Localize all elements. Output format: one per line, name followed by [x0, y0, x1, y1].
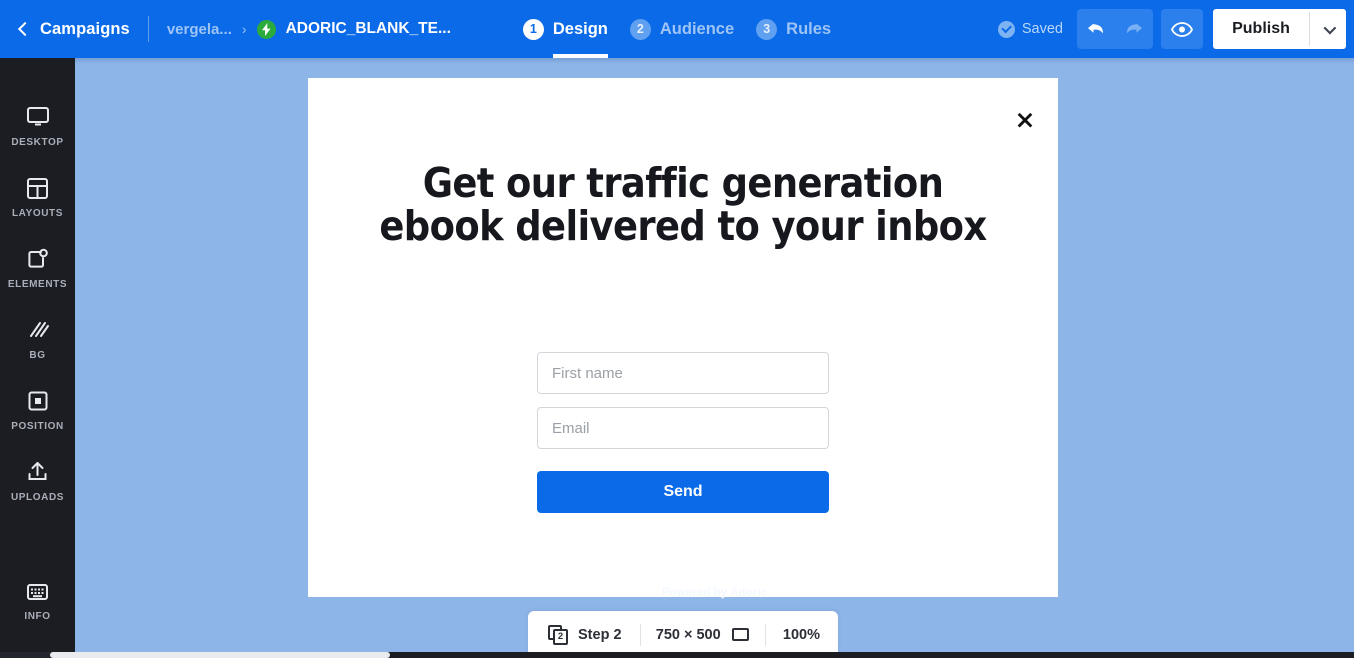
sidebar-item-uploads[interactable]: UPLOADS	[0, 457, 75, 528]
publish-button[interactable]: Publish	[1213, 9, 1309, 49]
undo-button[interactable]	[1077, 9, 1115, 49]
canvas-size-label: 750 × 500	[655, 626, 721, 643]
tab-design-label: Design	[552, 19, 608, 38]
position-square-icon	[26, 386, 50, 416]
saved-label: Saved	[1021, 21, 1063, 37]
monitor-icon	[25, 102, 51, 132]
tab-design[interactable]: 1 Design	[522, 0, 608, 58]
canvas-size-control[interactable]: 750 × 500	[640, 611, 765, 658]
first-name-input[interactable]	[537, 352, 829, 394]
top-header: Campaigns vergela... › ADORIC_BLANK_TE..…	[0, 0, 1354, 58]
redo-arrow-icon	[1127, 23, 1142, 34]
header-actions: Saved Publish	[997, 0, 1354, 58]
horizontal-scrollbar-thumb[interactable]	[50, 652, 390, 658]
zoom-control[interactable]: 100%	[765, 611, 838, 658]
sidebar-item-info[interactable]: INFO	[0, 576, 75, 647]
keyboard-icon	[25, 576, 50, 606]
design-canvas[interactable]: × Get our traffic generation ebook deliv…	[75, 58, 1354, 658]
sidebar-item-layouts[interactable]: LAYOUTS	[0, 173, 75, 244]
sidebar-item-elements[interactable]: ELEMENTS	[0, 244, 75, 315]
popup-heading-line-1: Get our traffic generation	[422, 159, 944, 207]
step-badge-1: 1	[522, 18, 544, 40]
sidebar-item-position[interactable]: POSITION	[0, 386, 75, 457]
email-input[interactable]	[537, 407, 829, 449]
canvas-bottom-bar: 2 Step 2 750 × 500 100%	[528, 611, 838, 658]
tab-audience-label: Audience	[659, 19, 735, 38]
diagonal-stripes-icon	[25, 315, 50, 345]
sidebar-item-bg[interactable]: BG	[0, 315, 75, 386]
send-button[interactable]: Send	[537, 471, 829, 513]
powered-by-label: Powered by Adoric	[661, 587, 768, 599]
undo-redo-group	[1077, 9, 1153, 49]
sidebar-item-layouts-label: LAYOUTS	[11, 208, 64, 219]
sidebar-item-info-label: INFO	[24, 611, 51, 622]
sidebar-item-desktop-label: DESKTOP	[11, 137, 64, 148]
pages-stack-icon: 2	[548, 624, 569, 645]
horizontal-scrollbar-track[interactable]	[390, 652, 1354, 658]
pages-front-sheet: 2	[553, 628, 568, 645]
publish-button-group: Publish	[1213, 9, 1346, 49]
step-badge-3: 3	[756, 18, 778, 40]
zoom-level-label: 100%	[782, 626, 820, 643]
left-sidebar: DESKTOP LAYOUTS ELEMENTS BG POSITION UPL…	[0, 58, 75, 658]
rectangle-icon	[731, 628, 749, 641]
upload-arrow-icon	[25, 457, 50, 487]
redo-button[interactable]	[1115, 9, 1153, 49]
sidebar-item-position-label: POSITION	[11, 421, 64, 432]
sidebar-item-uploads-label: UPLOADS	[10, 492, 65, 503]
tab-audience[interactable]: 2 Audience	[629, 0, 735, 58]
elements-icon	[25, 244, 50, 274]
sidebar-item-bg-label: BG	[29, 350, 46, 361]
eye-icon	[1171, 21, 1193, 37]
step-badge-2: 2	[629, 18, 651, 40]
layout-grid-icon	[25, 173, 50, 203]
close-x-icon[interactable]: ×	[1010, 104, 1040, 134]
horizontal-scrollbar[interactable]	[0, 652, 1354, 658]
undo-arrow-icon	[1088, 23, 1103, 34]
check-circle-icon	[997, 20, 1015, 38]
canvas-top-shadow	[75, 58, 1354, 64]
step-selector-label: Step 2	[578, 626, 622, 643]
tab-rules-label: Rules	[786, 19, 832, 38]
sidebar-item-elements-label: ELEMENTS	[7, 279, 68, 290]
publish-dropdown-button[interactable]	[1310, 9, 1346, 49]
popup-form: Send	[537, 352, 829, 513]
app-root: Campaigns vergela... › ADORIC_BLANK_TE..…	[0, 0, 1354, 658]
tab-rules[interactable]: 3 Rules	[756, 0, 831, 58]
popup-preview[interactable]: × Get our traffic generation ebook deliv…	[308, 78, 1058, 597]
popup-heading[interactable]: Get our traffic generation ebook deliver…	[348, 162, 1018, 248]
chevron-down-icon	[1323, 21, 1336, 34]
step-selector[interactable]: 2 Step 2	[528, 611, 640, 658]
status-badge-saved: Saved	[997, 20, 1063, 38]
preview-button[interactable]	[1161, 9, 1203, 49]
popup-heading-line-2: ebook delivered to your inbox	[379, 202, 987, 250]
sidebar-item-desktop[interactable]: DESKTOP	[0, 102, 75, 173]
